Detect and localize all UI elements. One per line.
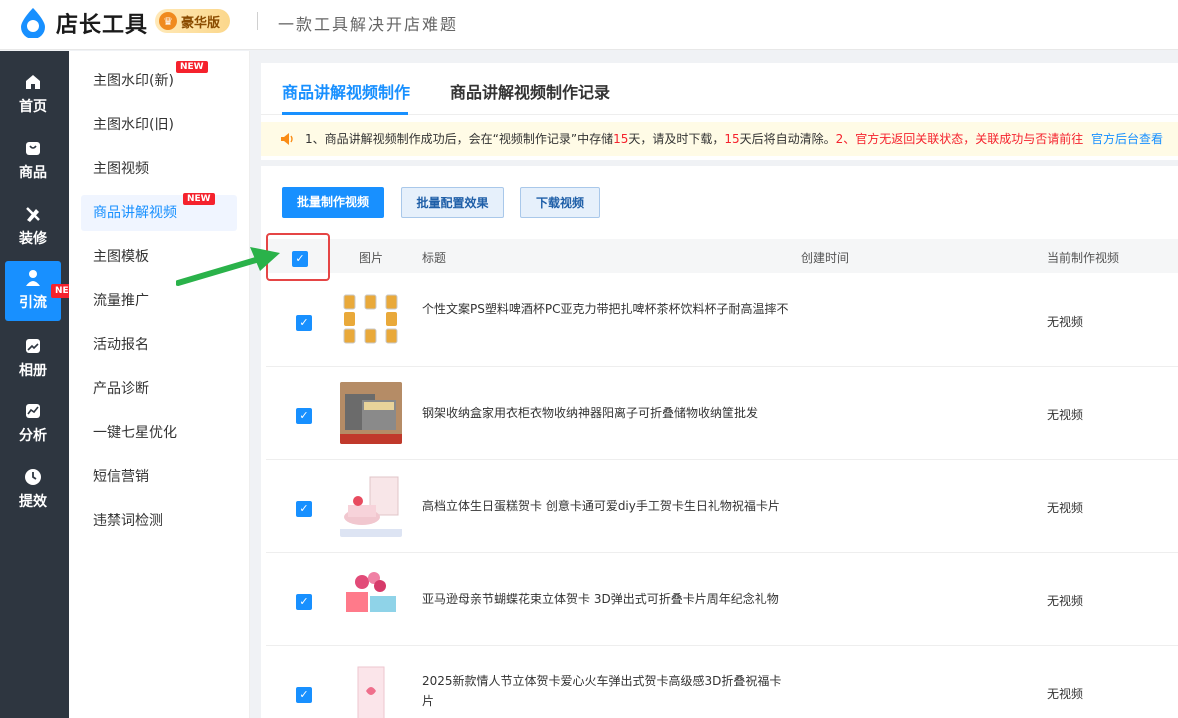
storage-box-image bbox=[340, 382, 402, 444]
column-header-title: 标题 bbox=[422, 251, 447, 265]
top-header: 店长工具 ♛ 豪华版 一款工具解决开店难题 bbox=[0, 0, 1178, 50]
product-title: 2025新款情人节立体贺卡爱心火车弹出式贺卡高级感3D折叠祝福卡片 bbox=[422, 674, 782, 708]
main-nav: 首页 商品 装修 引流 相册 分析 提效 bbox=[0, 51, 69, 718]
submenu-item-diagnosis[interactable]: 产品诊断 bbox=[81, 371, 237, 407]
section-divider bbox=[261, 160, 1178, 166]
image-icon bbox=[26, 339, 40, 353]
bag-icon bbox=[26, 142, 40, 155]
app-name: 店长工具 bbox=[56, 13, 149, 38]
nav-item-album[interactable]: 相册 bbox=[5, 329, 61, 389]
table-row: ✓ 亚马逊母亲节蝴蝶花束立体贺卡 3D弹出式可折叠卡片周年纪念礼物 无视频 bbox=[266, 553, 1178, 646]
table-row: ✓ 个性文案PS塑料啤酒杯PC亚克力带把扎啤杯茶杯饮料杯子耐高温摔不 无视频 bbox=[266, 274, 1178, 367]
nav-label: 首页 bbox=[19, 99, 47, 115]
table-row: ✓ 高档立体生日蛋糕贺卡 创意卡通可爱diy手工贺卡生日礼物祝福卡片 无视频 bbox=[266, 460, 1178, 553]
row-checkbox[interactable]: ✓ bbox=[296, 315, 312, 331]
submenu-item-forbidden-words[interactable]: 违禁词检测 bbox=[81, 503, 237, 539]
column-header-image: 图片 bbox=[359, 251, 384, 265]
notice-text-2: 天，请及时下载， bbox=[628, 132, 725, 146]
video-status: 无视频 bbox=[1047, 315, 1084, 329]
edition-badge: ♛ 豪华版 bbox=[155, 9, 231, 33]
header-divider bbox=[257, 12, 258, 30]
nav-item-efficiency[interactable]: 提效 bbox=[5, 460, 61, 520]
row-checkbox[interactable]: ✓ bbox=[296, 687, 312, 703]
product-title: 高档立体生日蛋糕贺卡 创意卡通可爱diy手工贺卡生日礼物祝福卡片 bbox=[422, 499, 780, 513]
row-checkbox[interactable]: ✓ bbox=[296, 408, 312, 424]
nav-item-decor[interactable]: 装修 bbox=[5, 197, 61, 257]
row-checkbox[interactable]: ✓ bbox=[296, 594, 312, 610]
column-header-current-video: 当前制作视频 bbox=[1047, 251, 1120, 265]
slogan: 一款工具解决开店难题 bbox=[278, 15, 459, 34]
product-thumbnail bbox=[340, 661, 402, 718]
submenu-item-seven-star[interactable]: 一键七星优化 bbox=[81, 415, 237, 451]
submenu-item-watermark-new[interactable]: 主图水印(新) bbox=[81, 63, 237, 99]
product-thumbnail bbox=[340, 382, 402, 444]
video-status: 无视频 bbox=[1047, 408, 1084, 422]
edition-label: 豪华版 bbox=[181, 15, 221, 31]
submenu-item-sms[interactable]: 短信营销 bbox=[81, 459, 237, 495]
notice-days: 15 bbox=[724, 132, 740, 146]
tab-make-video[interactable]: 商品讲解视频制作 bbox=[282, 79, 410, 103]
flower-card-image bbox=[340, 572, 402, 628]
main-panel: 商品讲解视频制作 商品讲解视频制作记录 1、商品讲解视频制作成功后，会在“视频制… bbox=[261, 63, 1178, 718]
new-badge: NEW bbox=[183, 193, 215, 205]
home-icon bbox=[26, 75, 40, 89]
logo-drop-icon bbox=[21, 8, 45, 38]
product-thumbnail bbox=[340, 475, 402, 537]
video-status: 无视频 bbox=[1047, 594, 1084, 608]
brush-icon bbox=[26, 207, 40, 222]
download-video-button[interactable]: 下载视频 bbox=[520, 187, 600, 218]
submenu-item-watermark-old[interactable]: 主图水印(旧) bbox=[81, 107, 237, 143]
notice-text-3: 天后将自动清除。 bbox=[739, 132, 836, 146]
nav-label: 相册 bbox=[19, 363, 47, 379]
submenu-item-activity[interactable]: 活动报名 bbox=[81, 327, 237, 363]
official-backend-link[interactable]: 官方后台查看 bbox=[1091, 132, 1163, 146]
table-row: ✓ 2025新款情人节立体贺卡爱心火车弹出式贺卡高级感3D折叠祝福卡片 无视频 bbox=[266, 646, 1178, 718]
row-checkbox[interactable]: ✓ bbox=[296, 501, 312, 517]
product-title: 个性文案PS塑料啤酒杯PC亚克力带把扎啤杯茶杯饮料杯子耐高温摔不 bbox=[422, 302, 789, 316]
video-status: 无视频 bbox=[1047, 501, 1084, 515]
crown-icon: ♛ bbox=[159, 12, 177, 30]
clock-icon bbox=[25, 469, 41, 485]
tab-video-records[interactable]: 商品讲解视频制作记录 bbox=[450, 79, 610, 103]
nav-label: 商品 bbox=[19, 165, 47, 181]
notice-bar: 1、商品讲解视频制作成功后，会在“视频制作记录”中存储15天，请及时下载，15天… bbox=[261, 122, 1178, 156]
active-tab-indicator bbox=[282, 112, 408, 115]
product-title: 钢架收纳盒家用衣柜衣物收纳神器阳离子可折叠储物收纳筐批发 bbox=[422, 406, 759, 420]
table-header: ✓ 图片 标题 创建时间 当前制作视频 bbox=[266, 239, 1178, 273]
nav-item-goods[interactable]: 商品 bbox=[5, 131, 61, 191]
valentine-card-image bbox=[357, 666, 385, 718]
batch-make-video-button[interactable]: 批量制作视频 bbox=[282, 187, 384, 218]
table-row: ✓ 钢架收纳盒家用衣柜衣物收纳神器阳离子可折叠储物收纳筐批发 无视频 bbox=[266, 367, 1178, 460]
product-thumbnail bbox=[340, 289, 402, 351]
submenu-item-main-video[interactable]: 主图视频 bbox=[81, 151, 237, 187]
nav-label: 提效 bbox=[19, 494, 47, 510]
video-status: 无视频 bbox=[1047, 687, 1084, 701]
speaker-icon bbox=[281, 133, 293, 145]
tab-bar: 商品讲解视频制作 商品讲解视频制作记录 bbox=[261, 63, 1178, 115]
batch-config-button[interactable]: 批量配置效果 bbox=[401, 187, 504, 218]
product-thumbnail bbox=[340, 568, 402, 630]
sub-menu: 主图水印(新) 主图水印(旧) 主图视频 商品讲解视频 主图模板 流量推广 活动… bbox=[69, 51, 250, 718]
notice-text-4: 2、官方无返回关联状态，关联成功与否请前往 bbox=[835, 132, 1084, 146]
new-badge: NEW bbox=[176, 61, 208, 73]
nav-label: 装修 bbox=[19, 231, 47, 247]
notice-text-1: 1、商品讲解视频制作成功后，会在“视频制作记录”中存储 bbox=[305, 132, 614, 146]
column-header-created: 创建时间 bbox=[801, 251, 850, 265]
birthday-card-image bbox=[340, 476, 402, 537]
notice-days: 15 bbox=[613, 132, 629, 146]
nav-item-analysis[interactable]: 分析 bbox=[5, 394, 61, 454]
beer-mug-image bbox=[343, 294, 398, 344]
chart-icon bbox=[26, 404, 40, 418]
nav-item-home[interactable]: 首页 bbox=[5, 65, 61, 125]
nav-label: 分析 bbox=[19, 428, 47, 444]
product-title: 亚马逊母亲节蝴蝶花束立体贺卡 3D弹出式可折叠卡片周年纪念礼物 bbox=[422, 592, 779, 606]
pointer-arrow-icon bbox=[176, 247, 280, 286]
user-icon bbox=[26, 270, 40, 286]
